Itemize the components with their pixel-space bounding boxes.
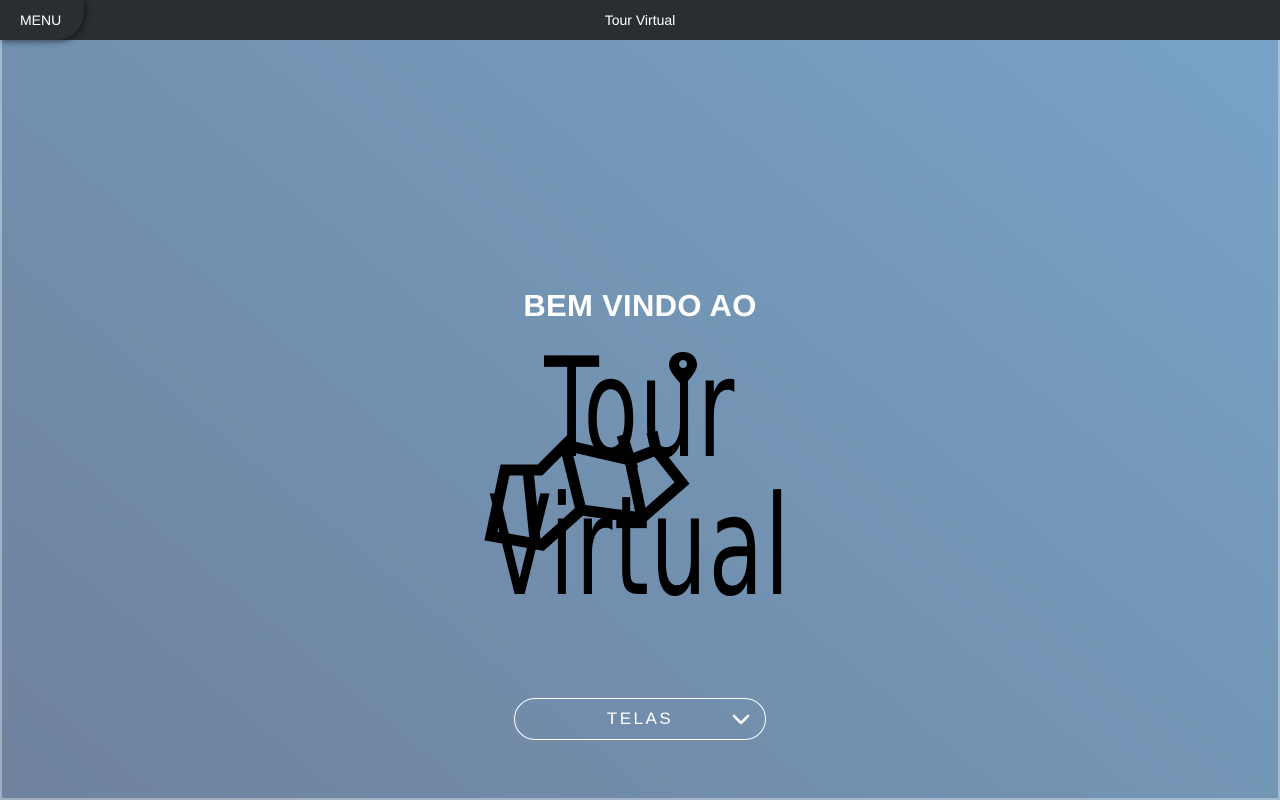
tour-virtual-logo: Tour Virtual [380,340,900,616]
welcome-heading: BEM VINDO AO [523,288,757,323]
app-title: Tour Virtual [604,12,676,28]
folded-map-icon [484,352,697,551]
top-bar: MENU Tour Virtual [0,0,1280,40]
telas-dropdown[interactable]: TELAS [514,698,766,740]
location-pin-icon [669,352,697,386]
chevron-down-icon [732,714,750,725]
menu-button[interactable]: MENU [0,0,84,40]
menu-label: MENU [20,12,62,28]
telas-label: TELAS [606,709,674,728]
